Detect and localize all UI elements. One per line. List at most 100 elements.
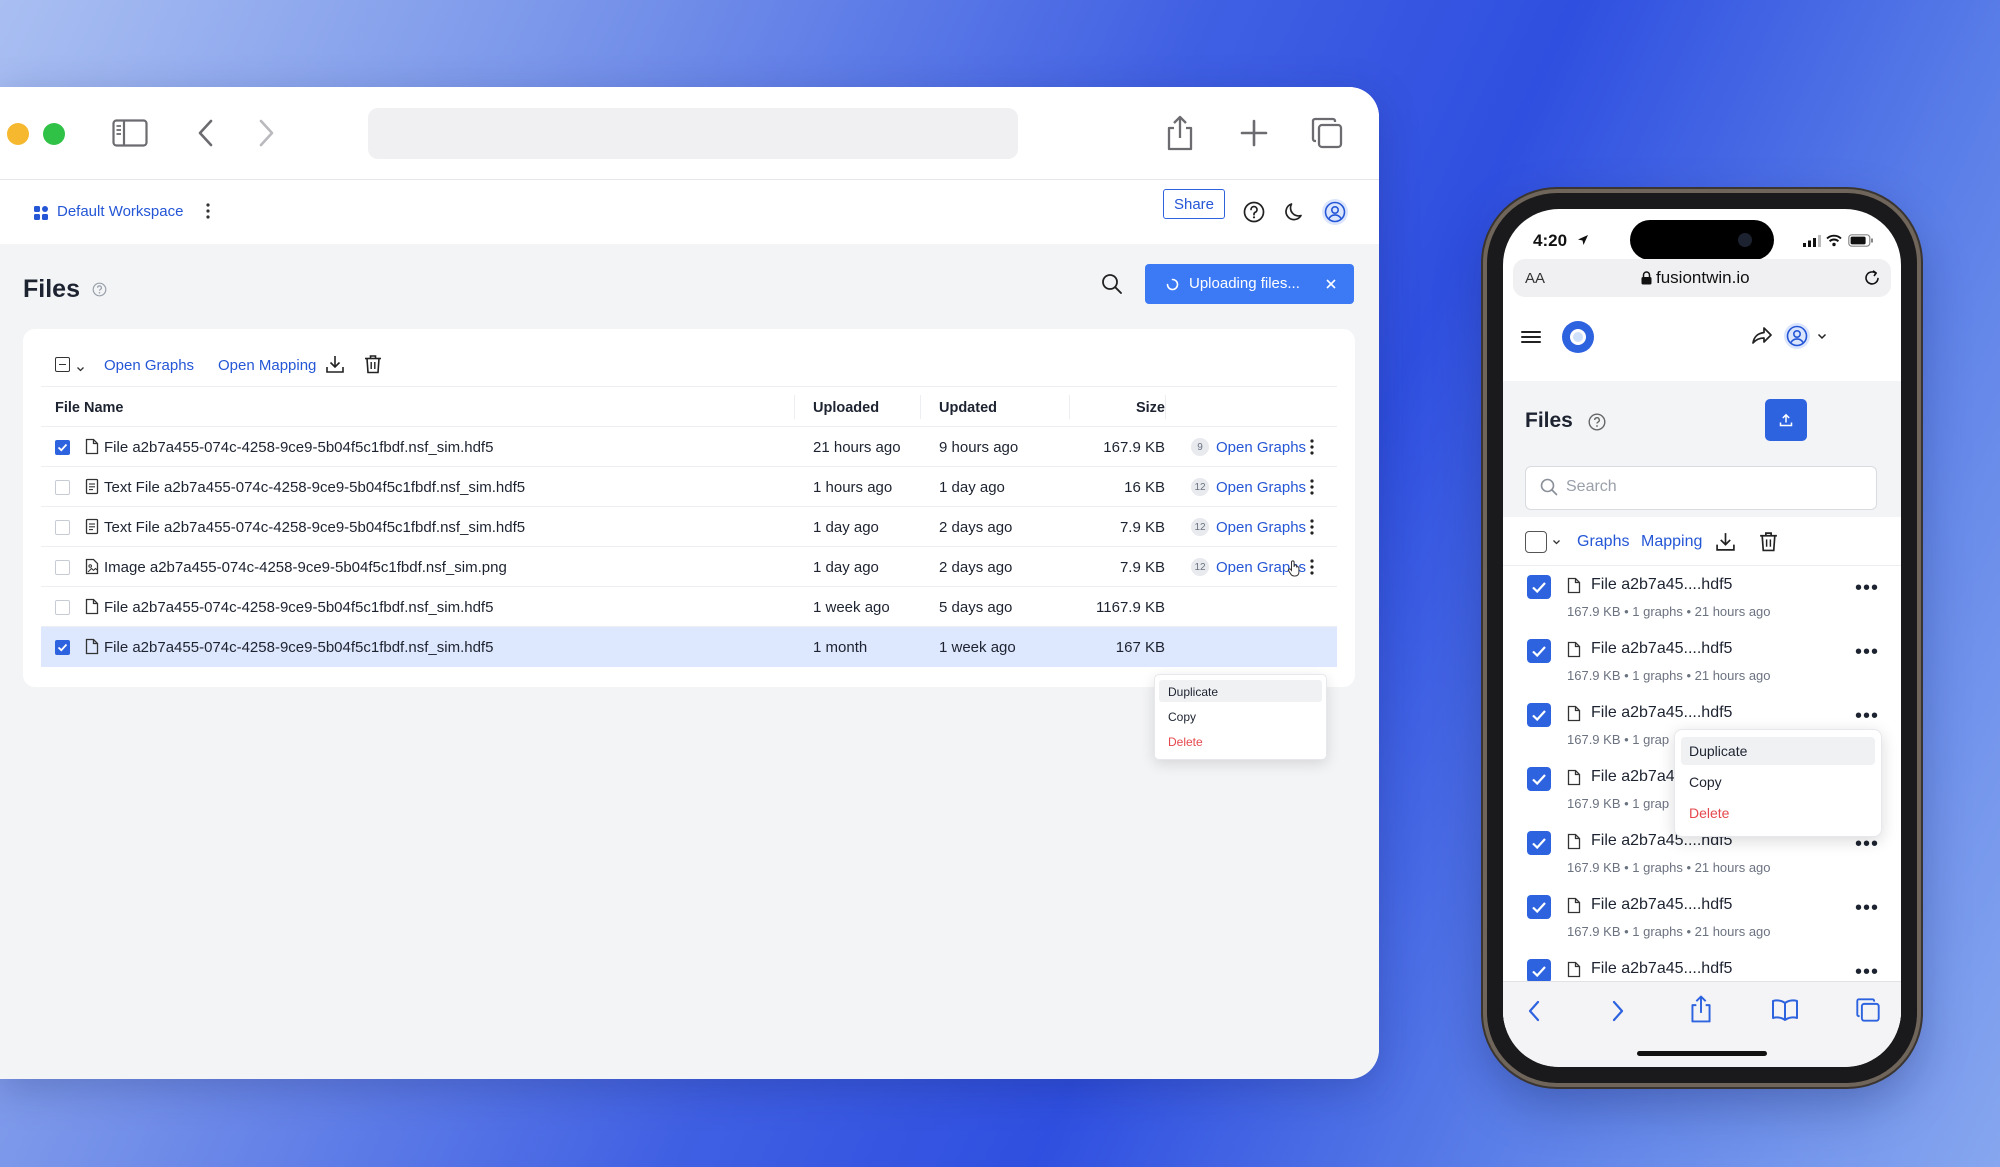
table-header: File Name Uploaded Updated Size bbox=[41, 386, 1337, 427]
search-icon[interactable] bbox=[1101, 273, 1123, 300]
share-page-icon[interactable] bbox=[1158, 111, 1202, 155]
hamburger-menu-icon[interactable] bbox=[1521, 329, 1541, 345]
item-more-icon[interactable]: ••• bbox=[1855, 641, 1879, 664]
table-row[interactable]: File a2b7a455-074c-4258-9ce9-5b04f5c1fbd… bbox=[41, 586, 1337, 627]
mobile-tabs-icon[interactable] bbox=[1855, 997, 1881, 1023]
tab-overview-icon[interactable] bbox=[1305, 111, 1349, 155]
row-checkbox[interactable] bbox=[55, 480, 70, 495]
mobile-user-avatar-icon[interactable] bbox=[1784, 323, 1810, 349]
file-name[interactable]: Text File a2b7a455-074c-4258-9ce9-5b04f5… bbox=[104, 479, 525, 496]
mobile-select-all-checkbox[interactable] bbox=[1525, 531, 1547, 553]
mobile-menu-item-copy[interactable]: Copy bbox=[1689, 774, 1722, 790]
list-item[interactable]: File a2b7a45....hdf5 167.9 KB • 1 graphs… bbox=[1503, 627, 1901, 691]
mobile-address-bar[interactable]: AA fusiontwin.io bbox=[1513, 259, 1891, 297]
item-checkbox[interactable] bbox=[1527, 959, 1551, 983]
forward-icon[interactable] bbox=[244, 111, 288, 155]
table-row[interactable]: File a2b7a455-074c-4258-9ce9-5b04f5c1fbd… bbox=[41, 626, 1337, 667]
user-avatar-icon[interactable] bbox=[1322, 199, 1348, 225]
row-checkbox[interactable] bbox=[55, 640, 70, 655]
item-more-icon[interactable]: ••• bbox=[1855, 577, 1879, 600]
mobile-download-icon[interactable] bbox=[1715, 531, 1736, 552]
menu-item-copy[interactable]: Copy bbox=[1168, 710, 1196, 724]
table-row[interactable]: Text File a2b7a455-074c-4258-9ce9-5b04f5… bbox=[41, 506, 1337, 547]
mobile-forward-icon[interactable] bbox=[1611, 1000, 1625, 1022]
share-button[interactable]: Share bbox=[1163, 189, 1225, 219]
mobile-share-icon[interactable] bbox=[1689, 995, 1713, 1023]
select-all-checkbox[interactable] bbox=[55, 357, 70, 372]
column-header-uploaded[interactable]: Uploaded bbox=[813, 400, 879, 416]
row-checkbox[interactable] bbox=[55, 440, 70, 455]
item-checkbox[interactable] bbox=[1527, 895, 1551, 919]
mobile-back-icon[interactable] bbox=[1527, 1000, 1541, 1022]
download-icon[interactable] bbox=[325, 354, 345, 379]
mobile-browser-toolbar bbox=[1503, 981, 1901, 1067]
row-more-icon[interactable] bbox=[1309, 558, 1315, 576]
maximize-window-button[interactable] bbox=[43, 123, 65, 145]
text-size-button[interactable]: AA bbox=[1525, 270, 1545, 287]
mobile-select-chevron-icon[interactable] bbox=[1552, 539, 1561, 546]
select-dropdown-chevron-icon[interactable] bbox=[76, 360, 85, 378]
column-header-name[interactable]: File Name bbox=[55, 400, 124, 416]
help-icon[interactable] bbox=[1243, 201, 1265, 228]
table-row[interactable]: File a2b7a455-074c-4258-9ce9-5b04f5c1fbd… bbox=[41, 426, 1337, 467]
minimize-window-button[interactable] bbox=[7, 123, 29, 145]
file-name[interactable]: File a2b7a455-074c-4258-9ce9-5b04f5c1fbd… bbox=[104, 599, 493, 616]
files-help-icon[interactable] bbox=[92, 282, 107, 302]
item-checkbox[interactable] bbox=[1527, 831, 1551, 855]
row-checkbox[interactable] bbox=[55, 520, 70, 535]
item-more-icon[interactable]: ••• bbox=[1855, 705, 1879, 728]
item-more-icon[interactable]: ••• bbox=[1855, 897, 1879, 920]
open-mapping-button[interactable]: Open Mapping bbox=[218, 357, 316, 374]
mobile-delete-icon[interactable] bbox=[1759, 531, 1778, 552]
app-logo-icon[interactable] bbox=[1562, 321, 1594, 353]
list-item[interactable]: File a2b7a45....hdf5 167.9 KB • 1 graphs… bbox=[1503, 563, 1901, 627]
mobile-graphs-button[interactable]: Graphs bbox=[1577, 533, 1629, 551]
mobile-upload-button[interactable] bbox=[1765, 399, 1807, 441]
user-menu-chevron-icon[interactable] bbox=[1817, 333, 1827, 340]
mobile-search-input[interactable]: Search bbox=[1525, 466, 1877, 510]
workspace-name[interactable]: Default Workspace bbox=[57, 203, 183, 220]
item-checkbox[interactable] bbox=[1527, 703, 1551, 727]
text-file-icon bbox=[85, 478, 99, 495]
back-icon[interactable] bbox=[184, 111, 228, 155]
row-checkbox[interactable] bbox=[55, 600, 70, 615]
item-checkbox[interactable] bbox=[1527, 767, 1551, 791]
menu-item-delete[interactable]: Delete bbox=[1168, 735, 1203, 749]
row-open-graphs-link[interactable]: Open Graphs bbox=[1216, 439, 1306, 456]
share-forward-icon[interactable] bbox=[1751, 326, 1773, 346]
file-size: 16 KB bbox=[1124, 479, 1165, 496]
column-header-size[interactable]: Size bbox=[1105, 400, 1165, 416]
workspace-more-icon[interactable] bbox=[205, 202, 211, 225]
row-more-icon[interactable] bbox=[1309, 518, 1315, 536]
table-row[interactable]: Image a2b7a455-074c-4258-9ce9-5b04f5c1fb… bbox=[41, 546, 1337, 587]
delete-icon[interactable] bbox=[364, 354, 382, 379]
file-name[interactable]: Text File a2b7a455-074c-4258-9ce9-5b04f5… bbox=[104, 519, 525, 536]
sidebar-toggle-icon[interactable] bbox=[108, 111, 152, 155]
mobile-mapping-button[interactable]: Mapping bbox=[1641, 533, 1702, 551]
open-graphs-button[interactable]: Open Graphs bbox=[104, 357, 194, 374]
file-name[interactable]: Image a2b7a455-074c-4258-9ce9-5b04f5c1fb… bbox=[104, 559, 507, 576]
bookmarks-icon[interactable] bbox=[1771, 999, 1799, 1021]
table-row[interactable]: Text File a2b7a455-074c-4258-9ce9-5b04f5… bbox=[41, 466, 1337, 507]
reload-icon[interactable] bbox=[1863, 269, 1881, 287]
column-header-updated[interactable]: Updated bbox=[939, 400, 997, 416]
row-more-icon[interactable] bbox=[1309, 478, 1315, 496]
file-name[interactable]: File a2b7a455-074c-4258-9ce9-5b04f5c1fbd… bbox=[104, 639, 493, 656]
list-item[interactable]: File a2b7a45....hdf5 167.9 KB • 1 graphs… bbox=[1503, 883, 1901, 947]
new-tab-icon[interactable] bbox=[1232, 111, 1276, 155]
menu-item-duplicate[interactable]: Duplicate bbox=[1168, 685, 1218, 699]
mobile-menu-item-duplicate[interactable]: Duplicate bbox=[1689, 743, 1747, 759]
row-open-graphs-link[interactable]: Open Graphs bbox=[1216, 519, 1306, 536]
row-checkbox[interactable] bbox=[55, 560, 70, 575]
row-open-graphs-link[interactable]: Open Graphs bbox=[1216, 479, 1306, 496]
row-more-icon[interactable] bbox=[1309, 438, 1315, 456]
dark-mode-icon[interactable] bbox=[1283, 201, 1305, 228]
close-icon[interactable] bbox=[1325, 278, 1337, 290]
mobile-menu-item-delete[interactable]: Delete bbox=[1689, 805, 1729, 821]
item-checkbox[interactable] bbox=[1527, 639, 1551, 663]
upload-status-button[interactable]: Uploading files... bbox=[1145, 264, 1354, 304]
address-bar[interactable] bbox=[368, 108, 1018, 159]
file-name[interactable]: File a2b7a455-074c-4258-9ce9-5b04f5c1fbd… bbox=[104, 439, 493, 456]
item-checkbox[interactable] bbox=[1527, 575, 1551, 599]
mobile-help-icon[interactable] bbox=[1588, 413, 1606, 431]
